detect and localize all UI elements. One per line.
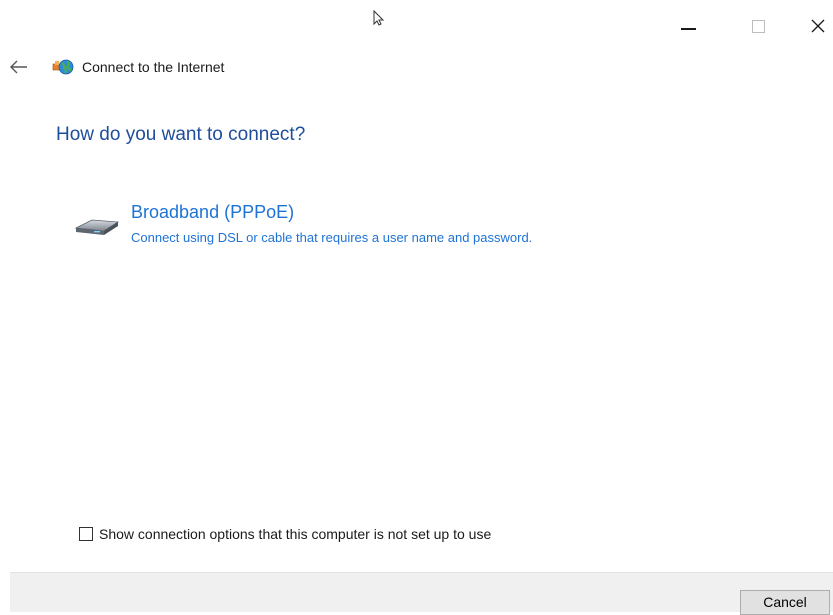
app-title: Connect to the Internet — [82, 59, 225, 75]
back-arrow-icon[interactable] — [10, 60, 28, 74]
option-title: Broadband (PPPoE) — [131, 202, 295, 222]
show-options-checkbox-label: Show connection options that this comput… — [99, 526, 492, 542]
title-bar[interactable] — [10, 0, 833, 50]
show-options-checkbox-row[interactable]: Show connection options that this comput… — [79, 526, 599, 546]
connect-to-internet-window: Connect to the Internet How do you want … — [0, 0, 833, 615]
option-description: Connect using DSL or cable that requires… — [131, 230, 533, 245]
minimize-button[interactable] — [668, 8, 708, 44]
window-left-edge — [0, 0, 10, 612]
page-heading: How do you want to connect? — [56, 124, 306, 145]
show-options-checkbox[interactable] — [79, 527, 93, 541]
maximize-icon — [751, 19, 765, 33]
close-button[interactable] — [798, 8, 833, 44]
nav-row: Connect to the Internet — [0, 54, 833, 82]
footer: Cancel — [10, 572, 833, 615]
mouse-cursor-icon — [372, 9, 388, 32]
close-icon — [811, 19, 825, 33]
broadband-modem-icon — [74, 214, 120, 240]
option-broadband-pppoe[interactable]: Broadband (PPPoE) Connect using DSL or c… — [74, 200, 694, 256]
maximize-button[interactable] — [738, 8, 778, 44]
minimize-icon — [680, 28, 696, 30]
cancel-button[interactable]: Cancel — [740, 590, 830, 615]
network-globe-icon — [52, 58, 74, 76]
